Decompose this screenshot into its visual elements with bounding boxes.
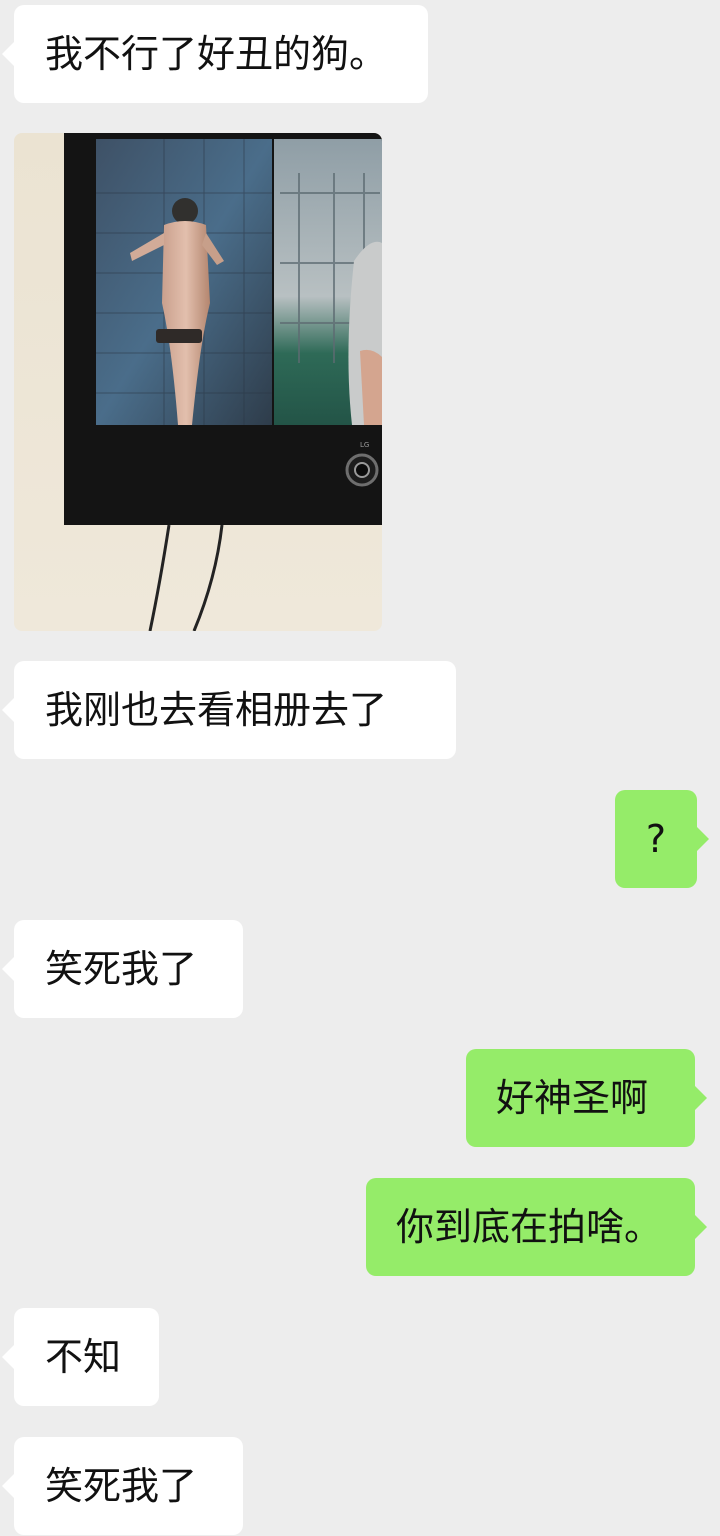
message-bubble-incoming[interactable]: 笑死我了 — [2, 920, 243, 1018]
message-bubble-incoming[interactable]: 我不行了好丑的狗。 — [2, 5, 428, 103]
chat-area[interactable]: 我不行了好丑的狗。 LG 我刚也去看相册去了 ? 笑死我了 好神圣啊 你到底在拍… — [0, 0, 720, 1536]
message-bubble-incoming[interactable]: 我刚也去看相册去了 — [2, 661, 456, 759]
message-bubble-incoming[interactable]: 笑死我了 — [2, 1437, 243, 1535]
message-bubble-outgoing[interactable]: 你到底在拍啥。 — [366, 1178, 707, 1276]
message-bubble-incoming[interactable]: 不知 — [2, 1308, 159, 1406]
message-image-tv-photo[interactable]: LG — [14, 133, 382, 631]
svg-text:LG: LG — [360, 441, 369, 449]
message-bubble-outgoing[interactable]: 好神圣啊 — [466, 1049, 707, 1147]
message-bubble-outgoing[interactable]: ? — [615, 790, 709, 888]
